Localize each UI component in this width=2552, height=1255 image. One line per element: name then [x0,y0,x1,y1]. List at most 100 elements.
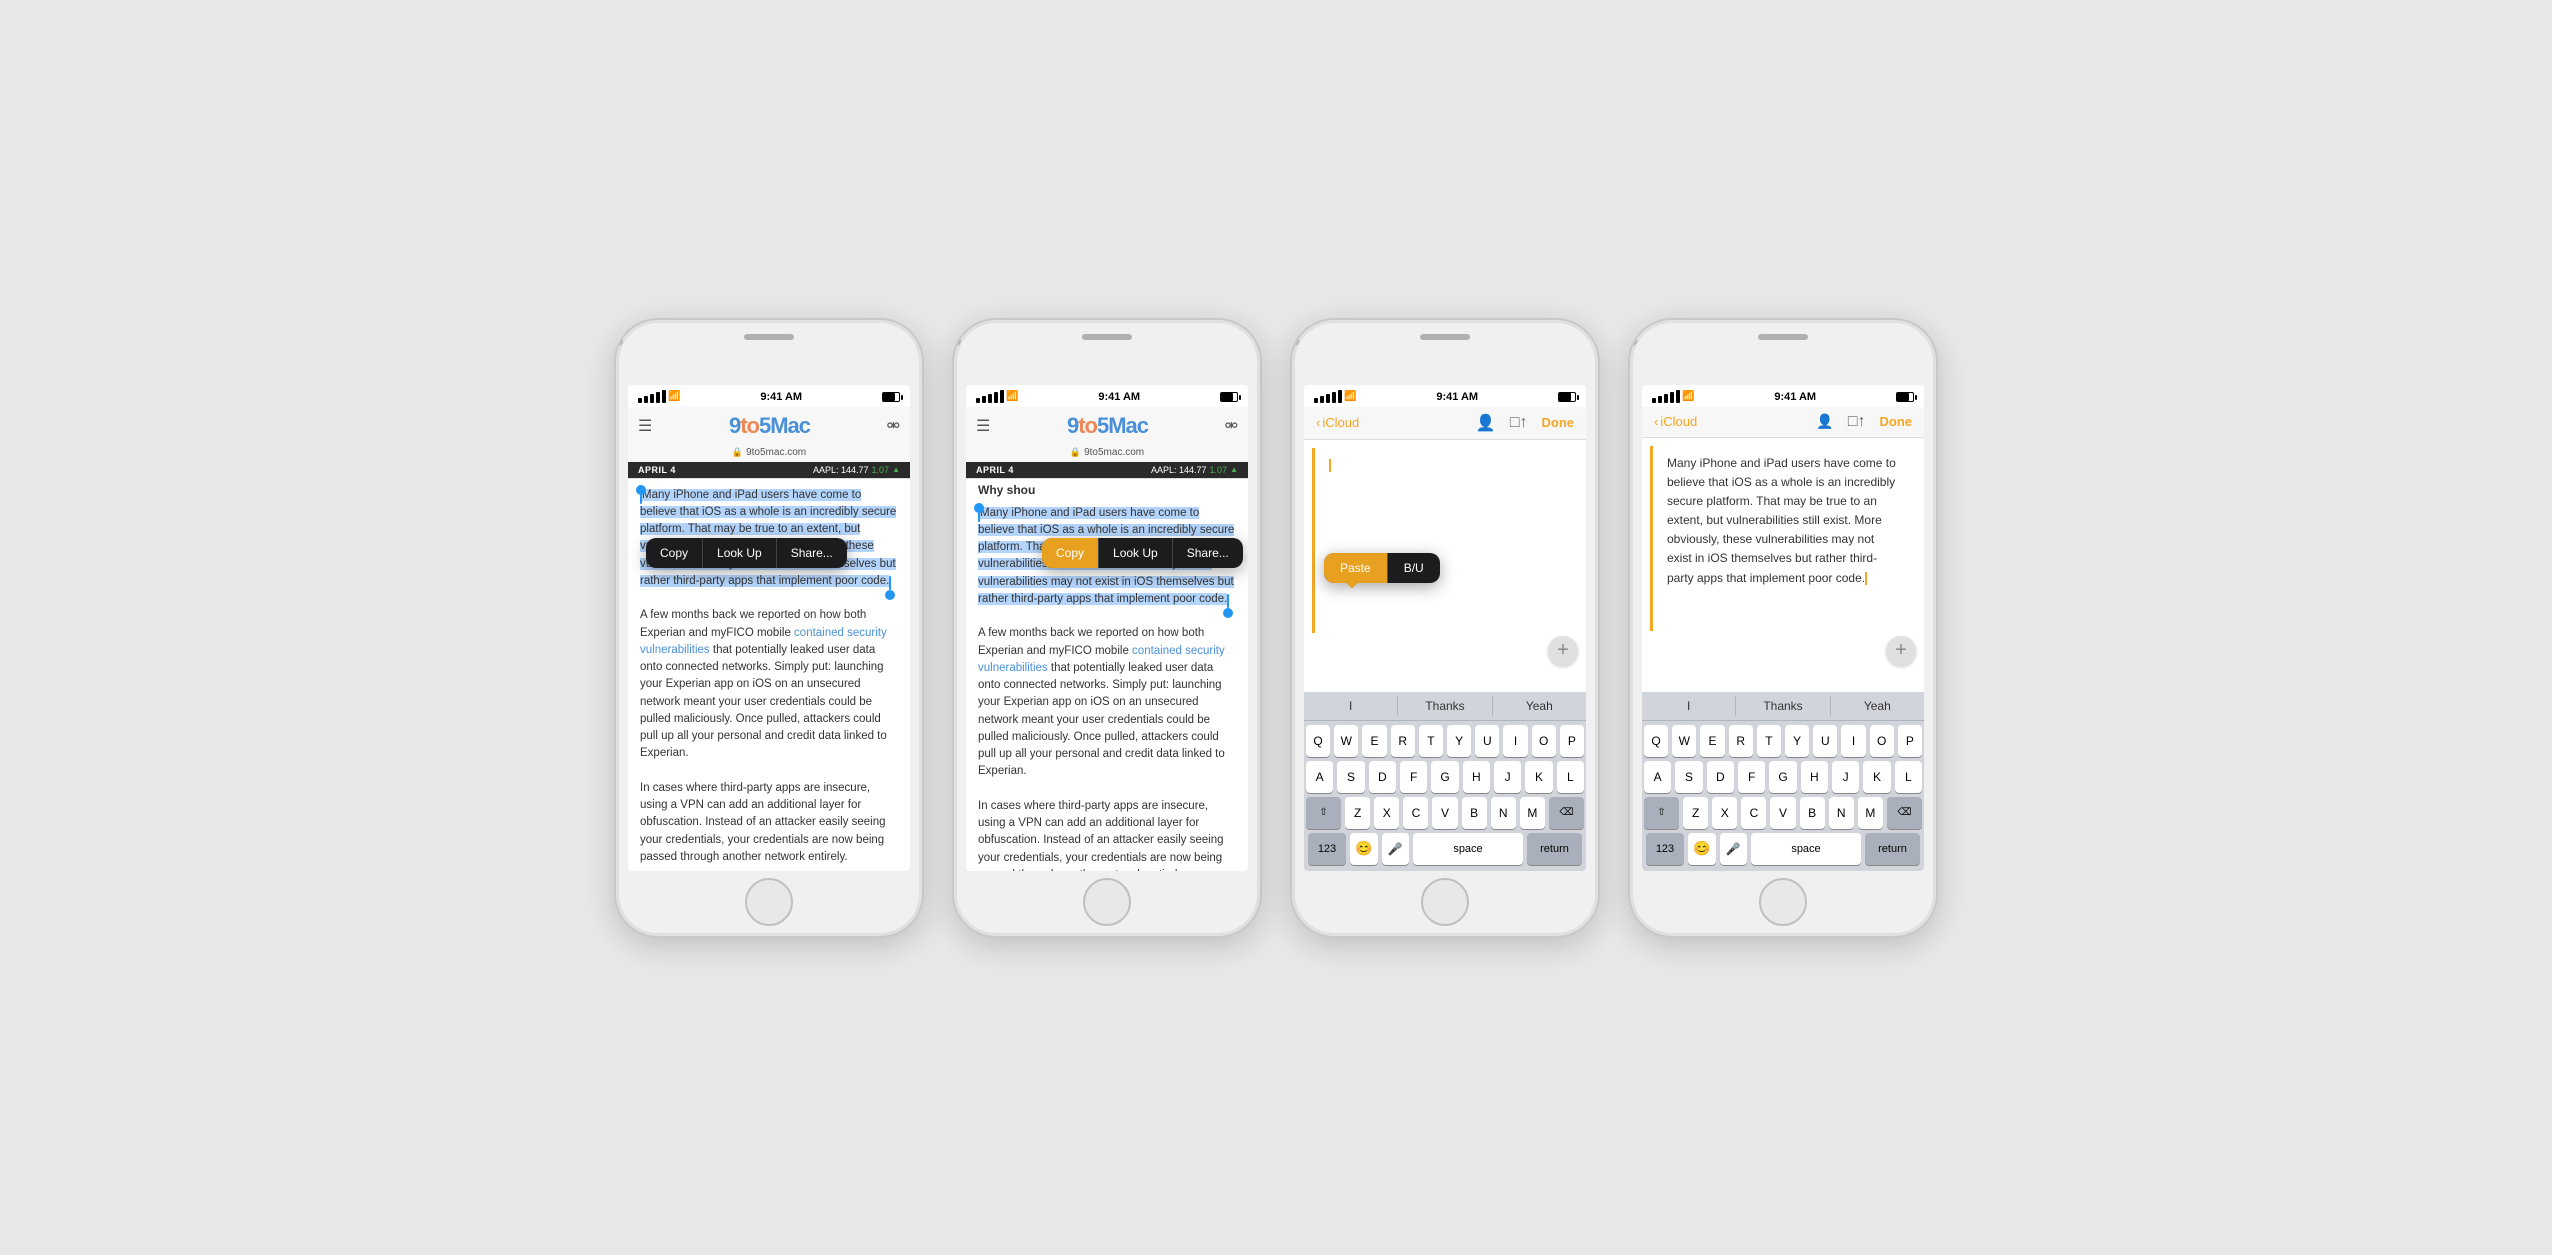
key-c[interactable]: C [1403,797,1428,829]
key-t[interactable]: T [1419,725,1443,757]
key-123[interactable]: 123 [1308,833,1346,865]
key-k-4[interactable]: K [1863,761,1890,793]
key-x-4[interactable]: X [1712,797,1737,829]
key-e[interactable]: E [1362,725,1386,757]
key-i[interactable]: I [1503,725,1527,757]
key-b-4[interactable]: B [1800,797,1825,829]
key-mic-4[interactable]: 🎤 [1720,833,1748,865]
suggestion-yeah-4[interactable]: Yeah [1831,696,1924,716]
key-shift-4[interactable]: ⇧ [1644,797,1679,829]
key-123-4[interactable]: 123 [1646,833,1684,865]
copy-menu-item-2[interactable]: Copy [1042,538,1099,568]
key-z[interactable]: Z [1345,797,1370,829]
key-u-4[interactable]: U [1813,725,1837,757]
article-link-2[interactable]: contained security vulnerabilities [978,645,1225,674]
key-mic[interactable]: 🎤 [1382,833,1410,865]
key-e-4[interactable]: E [1700,725,1724,757]
menu-icon[interactable]: ☰ [638,416,652,436]
share-menu-item[interactable]: Share... [777,538,847,568]
key-v-4[interactable]: V [1770,797,1795,829]
copy-menu-item[interactable]: Copy [646,538,703,568]
key-r[interactable]: R [1391,725,1415,757]
lookup-menu-item-2[interactable]: Look Up [1099,538,1173,568]
notes-back-4[interactable]: ‹ iCloud [1654,414,1697,429]
key-delete-4[interactable]: ⌫ [1887,797,1922,829]
search-icon[interactable]: ⚮ [887,416,900,436]
suggestion-thanks-4[interactable]: Thanks [1736,696,1830,716]
notes-body-3[interactable] [1312,448,1578,633]
key-space-4[interactable]: space [1751,833,1861,865]
share-icon-notes-4[interactable]: □↑ [1848,413,1866,431]
key-h-4[interactable]: H [1801,761,1828,793]
suggestion-thanks[interactable]: Thanks [1398,696,1492,716]
key-p[interactable]: P [1560,725,1584,757]
key-s[interactable]: S [1337,761,1364,793]
key-r-4[interactable]: R [1729,725,1753,757]
key-g-4[interactable]: G [1769,761,1796,793]
key-emoji[interactable]: 😊 [1350,833,1378,865]
suggestion-i[interactable]: I [1304,696,1398,716]
key-return[interactable]: return [1527,833,1582,865]
key-v[interactable]: V [1432,797,1457,829]
key-h[interactable]: H [1463,761,1490,793]
article-link[interactable]: contained security vulnerabilities [640,627,887,656]
lookup-menu-item[interactable]: Look Up [703,538,777,568]
key-s-4[interactable]: S [1675,761,1702,793]
paste-menu-item-3[interactable]: Paste [1324,553,1387,583]
people-icon-4[interactable]: 👤 [1816,413,1833,430]
suggestion-i-4[interactable]: I [1642,696,1736,716]
paste-menu-3[interactable]: Paste B/U [1324,553,1440,583]
back-label[interactable]: iCloud [1322,415,1359,430]
key-space[interactable]: space [1413,833,1523,865]
key-z-4[interactable]: Z [1683,797,1708,829]
key-n[interactable]: N [1491,797,1516,829]
key-p-4[interactable]: P [1898,725,1922,757]
key-a[interactable]: A [1306,761,1333,793]
key-l[interactable]: L [1557,761,1584,793]
key-x[interactable]: X [1374,797,1399,829]
key-k[interactable]: K [1525,761,1552,793]
menu-icon-2[interactable]: ☰ [976,416,990,436]
key-t-4[interactable]: T [1757,725,1781,757]
key-d-4[interactable]: D [1707,761,1734,793]
key-shift[interactable]: ⇧ [1306,797,1341,829]
key-i-4[interactable]: I [1841,725,1865,757]
key-b[interactable]: B [1462,797,1487,829]
key-g[interactable]: G [1431,761,1458,793]
share-icon-notes[interactable]: □↑ [1510,414,1528,432]
key-w[interactable]: W [1334,725,1358,757]
key-j[interactable]: J [1494,761,1521,793]
search-icon-2[interactable]: ⚮ [1225,416,1238,436]
notes-body-4[interactable]: Many iPhone and iPad users have come to … [1650,446,1916,631]
key-d[interactable]: D [1369,761,1396,793]
key-f[interactable]: F [1400,761,1427,793]
done-button-4[interactable]: Done [1880,414,1913,429]
context-menu-1[interactable]: Copy Look Up Share... [646,538,847,568]
key-o[interactable]: O [1532,725,1556,757]
key-delete[interactable]: ⌫ [1549,797,1584,829]
key-m-4[interactable]: M [1858,797,1883,829]
done-button-3[interactable]: Done [1542,415,1575,430]
key-w-4[interactable]: W [1672,725,1696,757]
suggestion-yeah[interactable]: Yeah [1493,696,1586,716]
key-q[interactable]: Q [1306,725,1330,757]
key-m[interactable]: M [1520,797,1545,829]
key-c-4[interactable]: C [1741,797,1766,829]
people-icon[interactable]: 👤 [1476,413,1496,433]
notes-back-3[interactable]: ‹ iCloud [1316,415,1359,430]
key-j-4[interactable]: J [1832,761,1859,793]
key-o-4[interactable]: O [1870,725,1894,757]
key-emoji-4[interactable]: 😊 [1688,833,1716,865]
key-a-4[interactable]: A [1644,761,1671,793]
plus-button-3[interactable]: + [1548,636,1578,666]
key-q-4[interactable]: Q [1644,725,1668,757]
bu-menu-item-3[interactable]: B/U [1388,553,1440,583]
plus-button-4[interactable]: + [1886,636,1916,666]
key-y-4[interactable]: Y [1785,725,1809,757]
key-l-4[interactable]: L [1895,761,1922,793]
key-n-4[interactable]: N [1829,797,1854,829]
context-menu-2[interactable]: Copy Look Up Share... [1042,538,1243,568]
key-y[interactable]: Y [1447,725,1471,757]
key-u[interactable]: U [1475,725,1499,757]
share-menu-item-2[interactable]: Share... [1173,538,1243,568]
